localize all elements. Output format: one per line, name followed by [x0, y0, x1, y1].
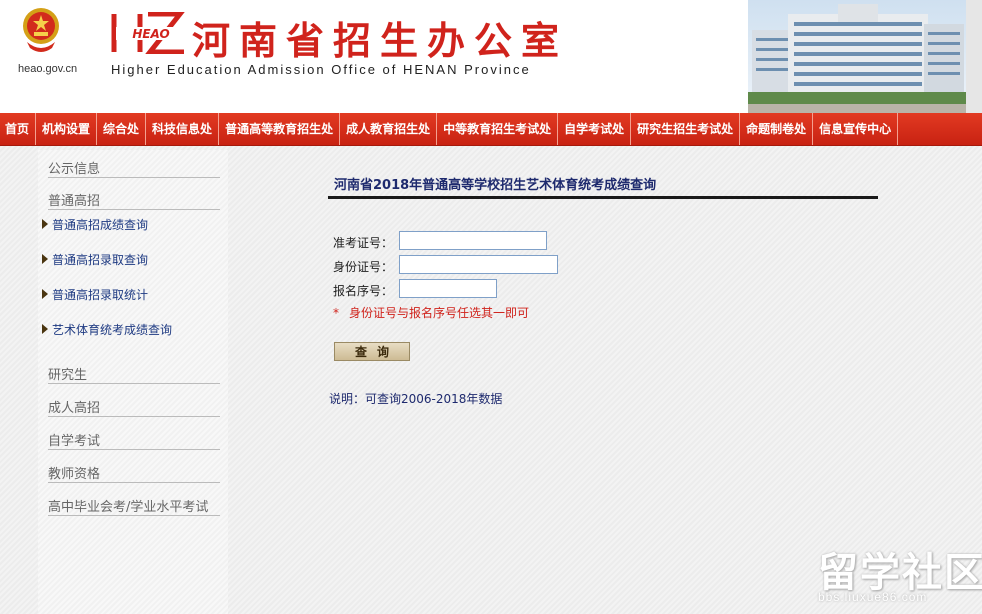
office-title-chinese: 河南省招生办公室	[192, 19, 569, 63]
sidebar: 公示信息 普通高招 普通高招成绩查询 普通高招录取查询 普通高招录取统计 艺术体…	[38, 150, 228, 614]
nav-secondary-education-exam[interactable]: 中等教育招生考试处	[437, 113, 559, 145]
site-domain-text: heao.gov.cn	[18, 63, 78, 75]
id-number-label: 身份证号：	[333, 260, 394, 274]
nav-home[interactable]: 首页	[0, 113, 37, 145]
sidebar-heading-high-school-exam[interactable]: 高中毕业会考/学业水平考试	[48, 494, 220, 516]
sidebar-link-admission-stats[interactable]: 普通高招录取统计	[42, 286, 222, 304]
main-navigation: 首页 机构设置 综合处 科技信息处 普通高等教育招生处 成人教育招生处 中等教育…	[0, 113, 982, 146]
watermark-url: bbs.liuxue86.com	[818, 590, 928, 604]
nav-general-office[interactable]: 综合处	[97, 113, 147, 145]
watermark: 留学社区 bbs.liuxue86.com	[816, 540, 982, 610]
arrow-right-icon	[42, 289, 48, 299]
national-emblem-icon	[23, 8, 59, 52]
query-note: 说明：可查询2006-2018年数据	[329, 392, 503, 406]
sidebar-link-art-sports-score[interactable]: 艺术体育统考成绩查询	[42, 321, 222, 339]
nav-higher-education-admission[interactable]: 普通高等教育招生处	[219, 113, 341, 145]
nav-tech-info[interactable]: 科技信息处	[146, 113, 220, 145]
exam-number-label: 准考证号：	[333, 236, 394, 250]
required-star: *	[333, 306, 339, 320]
site-header: heao.gov.cn HEAO 河南省招生办公室 Higher Educati…	[0, 0, 982, 113]
arrow-right-icon	[42, 219, 48, 229]
office-title-english: Higher Education Admission Office of HEN…	[111, 62, 531, 77]
nav-organization[interactable]: 机构设置	[36, 113, 98, 145]
heao-logo-text: HEAO	[132, 27, 169, 41]
title-divider	[328, 196, 878, 199]
nav-graduate-exam[interactable]: 研究生招生考试处	[631, 113, 741, 145]
sidebar-link-label: 普通高招成绩查询	[52, 218, 149, 232]
nav-info-publicity[interactable]: 信息宣传中心	[813, 113, 899, 145]
arrow-right-icon	[42, 324, 48, 334]
sidebar-link-score-query[interactable]: 普通高招成绩查询	[42, 216, 222, 234]
sidebar-heading-graduate[interactable]: 研究生	[48, 362, 220, 384]
input-hint: * 身份证号与报名序号任选其一即可	[333, 304, 529, 321]
sidebar-heading-self-study[interactable]: 自学考试	[48, 428, 220, 450]
sidebar-heading-regular-admission[interactable]: 普通高招	[48, 188, 220, 210]
office-building-image	[748, 0, 966, 113]
nav-exam-paper[interactable]: 命题制卷处	[740, 113, 814, 145]
sidebar-heading-teacher-qualification[interactable]: 教师资格	[48, 461, 220, 483]
header-edge	[966, 0, 982, 113]
id-number-input[interactable]	[399, 255, 558, 274]
sidebar-link-label: 普通高招录取查询	[52, 253, 149, 267]
page-title: 河南省2018年普通高等学校招生艺术体育统考成绩查询	[334, 178, 657, 193]
heao-logo-icon: HEAO	[111, 12, 186, 54]
sidebar-heading-adult-admission[interactable]: 成人高招	[48, 395, 220, 417]
input-hint-text: 身份证号与报名序号任选其一即可	[349, 306, 530, 320]
nav-self-study-exam[interactable]: 自学考试处	[558, 113, 632, 145]
nav-adult-education-admission[interactable]: 成人教育招生处	[340, 113, 438, 145]
sidebar-link-admission-query[interactable]: 普通高招录取查询	[42, 251, 222, 269]
sidebar-link-label: 艺术体育统考成绩查询	[52, 323, 173, 337]
sidebar-heading-public-info[interactable]: 公示信息	[48, 156, 220, 178]
registration-number-input[interactable]	[399, 279, 497, 298]
query-button[interactable]: 查询	[334, 342, 410, 361]
registration-number-label: 报名序号：	[333, 284, 394, 298]
sidebar-link-label: 普通高招录取统计	[52, 288, 149, 302]
arrow-right-icon	[42, 254, 48, 264]
exam-number-input[interactable]	[399, 231, 547, 250]
